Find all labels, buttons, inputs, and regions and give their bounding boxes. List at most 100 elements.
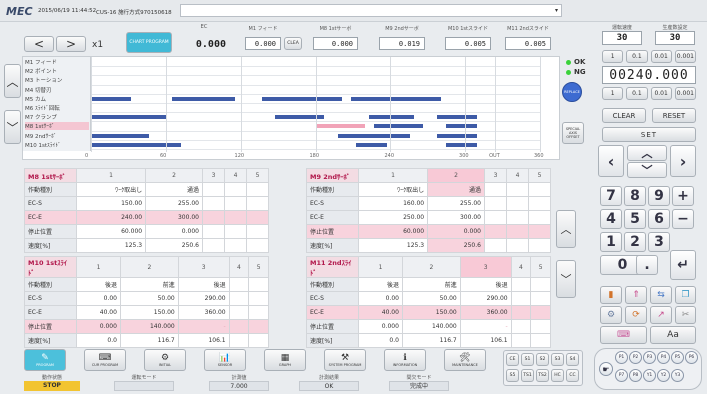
table-cell[interactable]: -: [177, 319, 230, 334]
sync-icon[interactable]: ⟳: [625, 306, 647, 324]
info-arrow-icon[interactable]: ↗: [650, 306, 672, 324]
table-cell[interactable]: 0.0: [358, 333, 403, 348]
p-key[interactable]: P2: [629, 351, 642, 364]
table-cell[interactable]: -: [459, 319, 512, 334]
table-cell[interactable]: [483, 210, 507, 225]
table-cell[interactable]: 40.00: [358, 305, 403, 320]
next-button[interactable]: >: [56, 36, 86, 52]
table-cell[interactable]: 50.00: [401, 291, 461, 306]
table-cell[interactable]: [530, 291, 551, 306]
table-col-header[interactable]: 2: [401, 256, 461, 278]
table-cell[interactable]: [510, 305, 532, 320]
prev-button[interactable]: <: [24, 36, 54, 52]
table-cell[interactable]: 前進: [119, 277, 179, 292]
table-cell[interactable]: [505, 182, 529, 197]
table-col-header[interactable]: 1: [357, 168, 429, 183]
table-cell[interactable]: 360.00: [459, 305, 512, 320]
message-field[interactable]: [180, 4, 562, 17]
table-col-header[interactable]: 2: [145, 168, 203, 183]
table-cell[interactable]: [201, 182, 225, 197]
table-cell[interactable]: [228, 333, 250, 348]
table-cell[interactable]: 後退: [177, 277, 230, 292]
step-up-1[interactable]: 1: [602, 50, 624, 63]
table-cell[interactable]: 60.000: [75, 224, 147, 239]
table-cell[interactable]: 290.00: [459, 291, 512, 306]
tab-system-program[interactable]: ⚒ SYSTEM PROGRAM: [324, 349, 366, 371]
keypad-key[interactable]: 2: [624, 232, 646, 252]
copy-icon[interactable]: ❐: [675, 286, 696, 304]
ce-key[interactable]: TS2: [536, 369, 549, 382]
table-cell[interactable]: 116.7: [119, 333, 179, 348]
table-cell[interactable]: [248, 319, 269, 334]
table-cell[interactable]: [530, 305, 551, 320]
ce-key[interactable]: CE: [506, 353, 519, 366]
table-col-header[interactable]: 2: [119, 256, 179, 278]
ce-key[interactable]: HC: [551, 369, 564, 382]
keypad-key[interactable]: 8: [624, 186, 646, 206]
step-up-0.001[interactable]: 0.001: [674, 50, 696, 63]
upload-icon[interactable]: ⇑: [625, 286, 647, 304]
table-col-header[interactable]: 4: [223, 168, 247, 183]
ce-key[interactable]: S3: [551, 353, 564, 366]
p-key[interactable]: P5: [671, 351, 684, 364]
tab-information[interactable]: ℹ INFORMATION: [384, 349, 426, 371]
table-cell[interactable]: [245, 224, 270, 239]
set-button[interactable]: SET: [602, 127, 696, 142]
table-cell[interactable]: ﾜｰｸ取出し: [75, 182, 147, 197]
table-cell[interactable]: [510, 291, 532, 306]
table-col-header[interactable]: 4: [510, 256, 532, 278]
chart-bars-icon[interactable]: ▮: [600, 286, 622, 304]
table-scroll-up[interactable]: ︿: [556, 210, 576, 248]
table-cell[interactable]: 290.00: [177, 291, 230, 306]
table-col-header[interactable]: 3: [201, 168, 225, 183]
chart-scroll-down[interactable]: ﹀: [4, 110, 21, 144]
tab-initial[interactable]: ⚙ INITIAL: [144, 349, 186, 371]
table-cell[interactable]: 116.7: [401, 333, 461, 348]
table-cell[interactable]: [505, 238, 529, 253]
p-key[interactable]: P7: [615, 369, 628, 382]
table-cell[interactable]: [201, 224, 225, 239]
table-cell[interactable]: 0.000: [358, 319, 403, 334]
table-col-header[interactable]: 4: [228, 256, 250, 278]
table-scroll-down[interactable]: ﹀: [556, 260, 576, 298]
keypad-key[interactable]: 6: [648, 209, 670, 229]
table-cell[interactable]: [248, 305, 269, 320]
chart-program-button[interactable]: CHART PROGRAM: [126, 32, 172, 53]
p-key[interactable]: P4: [657, 351, 670, 364]
table-cell[interactable]: 0.00: [358, 291, 403, 306]
ce-key[interactable]: S4: [566, 353, 579, 366]
table-cell[interactable]: [483, 238, 507, 253]
table-cell[interactable]: 300.00: [427, 210, 485, 225]
table-cell[interactable]: [505, 224, 529, 239]
table-cell[interactable]: 150.00: [75, 196, 147, 211]
dropdown-icon[interactable]: ▾: [555, 7, 558, 14]
table-col-header[interactable]: 5: [527, 168, 552, 183]
table-cell[interactable]: [245, 210, 270, 225]
tab-graph[interactable]: ▦ GRAPH: [264, 349, 306, 371]
keypad-key[interactable]: .: [636, 255, 658, 275]
table-col-header[interactable]: 5: [530, 256, 551, 278]
table-cell[interactable]: 0.000: [427, 224, 485, 239]
keypad-key[interactable]: 4: [600, 209, 622, 229]
settings-icon[interactable]: ⚙: [600, 306, 622, 324]
clear-button[interactable]: CLEAR: [602, 108, 646, 123]
ce-key[interactable]: CC: [566, 369, 579, 382]
table-cell[interactable]: 360.00: [177, 305, 230, 320]
table-cell[interactable]: [228, 277, 250, 292]
table-cell[interactable]: 40.00: [76, 305, 121, 320]
ce-key[interactable]: S2: [536, 353, 549, 366]
table-cell[interactable]: [527, 238, 552, 253]
ce-key[interactable]: S5: [506, 369, 519, 382]
p-key[interactable]: Y1: [643, 369, 656, 382]
table-col-header[interactable]: 1: [76, 256, 121, 278]
keyboard-icon[interactable]: ⌨: [600, 326, 647, 344]
table-cell[interactable]: 前進: [401, 277, 461, 292]
table-cell[interactable]: 125.3: [75, 238, 147, 253]
table-cell[interactable]: [223, 210, 247, 225]
table-cell[interactable]: [527, 210, 552, 225]
table-cell[interactable]: [510, 277, 532, 292]
table-cell[interactable]: [245, 196, 270, 211]
table-cell[interactable]: [505, 210, 529, 225]
keypad-key[interactable]: 9: [648, 186, 670, 206]
table-cell[interactable]: [510, 319, 532, 334]
